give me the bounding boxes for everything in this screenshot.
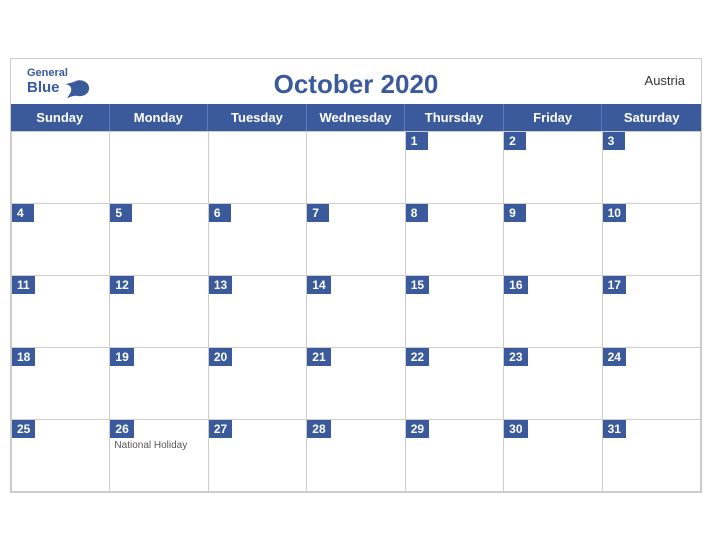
logo-text: General Blue bbox=[27, 67, 90, 99]
cell-number: 1 bbox=[406, 132, 428, 150]
calendar-cell: 14 bbox=[307, 276, 405, 348]
cell-number: 26 bbox=[110, 420, 133, 438]
cell-number: 6 bbox=[209, 204, 231, 222]
calendar-cell: 7 bbox=[307, 204, 405, 276]
cell-number: 11 bbox=[12, 276, 35, 294]
cell-number: 15 bbox=[406, 276, 429, 294]
cell-number: 24 bbox=[603, 348, 626, 366]
calendar-cell: 29 bbox=[406, 420, 504, 492]
calendar-cell bbox=[307, 132, 405, 204]
cell-number bbox=[307, 132, 329, 150]
calendar-cell: 24 bbox=[603, 348, 701, 420]
calendar-country: Austria bbox=[645, 73, 685, 88]
logo-bird-icon bbox=[62, 79, 90, 99]
cell-number: 30 bbox=[504, 420, 527, 438]
calendar-cell: 1 bbox=[406, 132, 504, 204]
cell-number: 31 bbox=[603, 420, 626, 438]
calendar-cell: 10 bbox=[603, 204, 701, 276]
logo-blue: Blue bbox=[27, 80, 60, 97]
cell-number: 18 bbox=[12, 348, 35, 366]
cell-number: 25 bbox=[12, 420, 35, 438]
calendar-cell: 3 bbox=[603, 132, 701, 204]
cell-number: 5 bbox=[110, 204, 132, 222]
cell-number: 21 bbox=[307, 348, 330, 366]
calendar-cell: 5 bbox=[110, 204, 208, 276]
calendar-cell: 9 bbox=[504, 204, 602, 276]
cell-number: 2 bbox=[504, 132, 526, 150]
calendar-cell: 4 bbox=[12, 204, 110, 276]
calendar-cell: 28 bbox=[307, 420, 405, 492]
calendar-cell: 18 bbox=[12, 348, 110, 420]
calendar-cell: 17 bbox=[603, 276, 701, 348]
day-thursday: Thursday bbox=[405, 104, 504, 131]
cell-number: 4 bbox=[12, 204, 34, 222]
cell-number: 23 bbox=[504, 348, 527, 366]
cell-number: 28 bbox=[307, 420, 330, 438]
day-friday: Friday bbox=[504, 104, 603, 131]
cell-number: 16 bbox=[504, 276, 527, 294]
calendar-cell: 15 bbox=[406, 276, 504, 348]
calendar-cell: 31 bbox=[603, 420, 701, 492]
calendar-cell: 2 bbox=[504, 132, 602, 204]
cell-number: 13 bbox=[209, 276, 232, 294]
calendar-cell bbox=[12, 132, 110, 204]
cell-number bbox=[12, 132, 34, 150]
day-tuesday: Tuesday bbox=[208, 104, 307, 131]
cell-number bbox=[110, 132, 132, 150]
logo-area: General Blue bbox=[27, 67, 90, 99]
calendar-cell: 30 bbox=[504, 420, 602, 492]
cell-number: 17 bbox=[603, 276, 626, 294]
calendar-cell bbox=[110, 132, 208, 204]
calendar-cell: 12 bbox=[110, 276, 208, 348]
logo-general: General bbox=[27, 67, 90, 79]
cell-number: 12 bbox=[110, 276, 133, 294]
calendar-cell: 21 bbox=[307, 348, 405, 420]
calendar-cell: 22 bbox=[406, 348, 504, 420]
calendar-grid: 1234567891011121314151617181920212223242… bbox=[11, 131, 701, 492]
calendar-cell: 6 bbox=[209, 204, 307, 276]
day-monday: Monday bbox=[110, 104, 209, 131]
calendar-container: General Blue October 2020 Austria Sunday… bbox=[10, 58, 702, 493]
cell-number: 8 bbox=[406, 204, 428, 222]
holiday-label: National Holiday bbox=[110, 438, 207, 453]
cell-number: 19 bbox=[110, 348, 133, 366]
cell-number: 9 bbox=[504, 204, 526, 222]
calendar-cell: 20 bbox=[209, 348, 307, 420]
cell-number: 27 bbox=[209, 420, 232, 438]
calendar-cell bbox=[209, 132, 307, 204]
cell-number: 29 bbox=[406, 420, 429, 438]
day-saturday: Saturday bbox=[602, 104, 701, 131]
calendar-cell: 16 bbox=[504, 276, 602, 348]
calendar-cell: 27 bbox=[209, 420, 307, 492]
calendar-cell: 11 bbox=[12, 276, 110, 348]
cell-number bbox=[209, 132, 231, 150]
calendar-cell: 8 bbox=[406, 204, 504, 276]
cell-number: 20 bbox=[209, 348, 232, 366]
calendar-cell: 19 bbox=[110, 348, 208, 420]
calendar-cell: 23 bbox=[504, 348, 602, 420]
calendar-header: General Blue October 2020 Austria bbox=[11, 59, 701, 104]
cell-number: 3 bbox=[603, 132, 625, 150]
day-sunday: Sunday bbox=[11, 104, 110, 131]
cell-number: 14 bbox=[307, 276, 330, 294]
cell-number: 10 bbox=[603, 204, 626, 222]
cell-number: 7 bbox=[307, 204, 329, 222]
calendar-cell: 13 bbox=[209, 276, 307, 348]
day-wednesday: Wednesday bbox=[307, 104, 406, 131]
calendar-cell: 25 bbox=[12, 420, 110, 492]
calendar-title: October 2020 bbox=[274, 69, 439, 100]
calendar-cell: 26National Holiday bbox=[110, 420, 208, 492]
cell-number: 22 bbox=[406, 348, 429, 366]
days-header: Sunday Monday Tuesday Wednesday Thursday… bbox=[11, 104, 701, 131]
